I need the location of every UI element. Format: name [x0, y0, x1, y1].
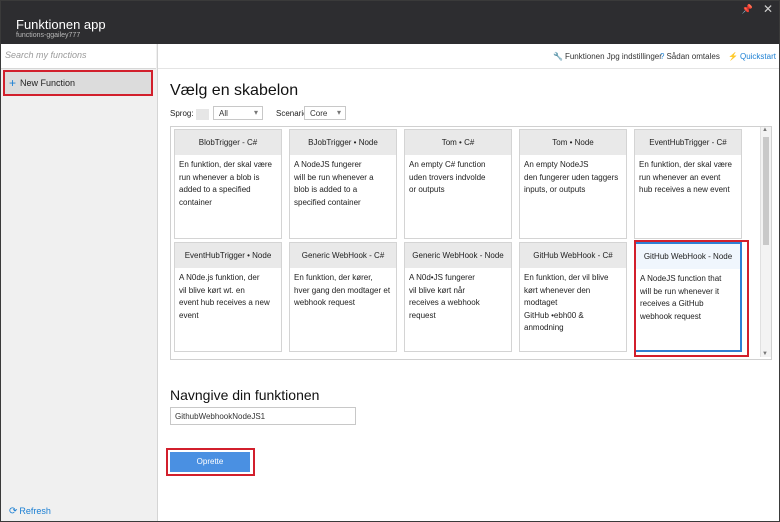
template-title: GitHub WebHook - C# [520, 243, 626, 268]
search-input[interactable] [5, 50, 145, 60]
settings-link[interactable]: 🔧 Funktionen Jpg indstillinger [553, 52, 662, 61]
template-title: Tom • Node [520, 130, 626, 155]
app-title: Funktionen app [16, 17, 106, 32]
scroll-down-icon[interactable]: ▼ [762, 351, 768, 357]
template-description: En funktion, der skal være run whenever a… [179, 160, 272, 207]
template-description: En funktion, der skal være run whenever a… [639, 160, 732, 194]
template-heading: Vælg en skabelon [170, 82, 299, 99]
template-title: Tom • C# [405, 130, 511, 155]
template-card[interactable]: EventHubTrigger - C# En funktion, der ska… [634, 129, 742, 239]
template-title: Generic WebHook - C# [290, 243, 396, 268]
template-description: A N0d•JS fungerer vil blive kørt når recei… [409, 273, 480, 320]
refresh-link[interactable]: ⟳ Refresh [9, 506, 51, 517]
main-panel: Vælg en skabelon Sprog: All ▾ Scenarie: … [158, 69, 779, 521]
help-icon: ? [660, 52, 665, 61]
template-card[interactable]: Tom • Node An empty NodeJS den fungerer ud… [519, 129, 627, 239]
scenario-value: Core [310, 109, 328, 118]
scrollbar[interactable]: ▲ ▼ [760, 127, 771, 357]
name-heading: Navngive din funktionen [170, 387, 320, 403]
template-title: Generic WebHook - Node [405, 243, 511, 268]
template-description: En funktion, der kører, hver gang den mod… [294, 273, 391, 307]
template-card[interactable]: Generic WebHook - C# En funktion, der kør… [289, 242, 397, 352]
template-title: BJobTrigger • Node [290, 130, 396, 155]
sidebar: + New Function ⟳Refresh [1, 44, 158, 521]
scroll-thumb[interactable] [763, 137, 769, 245]
lightning-icon: ⚡ [728, 52, 738, 61]
template-card[interactable]: EventHubTrigger • Node A N0de.js funktion… [174, 242, 282, 352]
template-card[interactable]: Tom • C# An empty C# function uden trovers… [404, 129, 512, 239]
title-bar: Funktionen app functions-ggailey777 📌 ✕ [1, 1, 779, 44]
template-description: A NodeJS fungerer will be run whenever ab… [294, 160, 374, 207]
howto-link[interactable]: ? Sådan omtales [660, 52, 720, 61]
template-description: En funktion, der vil blive kørt whenever … [524, 273, 609, 332]
settings-label: Funktionen Jpg indstillinger [564, 52, 662, 61]
template-card[interactable]: BlobTrigger - C# En funktion, der skal væ… [174, 129, 282, 239]
scenario-select[interactable]: Core ▾ [304, 106, 346, 120]
template-description: An empty NodeJS den fungerer uden taggers… [524, 160, 619, 194]
search-box [1, 44, 156, 69]
wrench-icon: 🔧 [553, 52, 563, 61]
function-name-input[interactable] [170, 407, 356, 425]
template-card[interactable]: GitHub WebHook - C# En funktion, der vil … [519, 242, 627, 352]
quickstart-link[interactable]: ⚡ Quickstart [728, 52, 776, 61]
new-function-button[interactable]: + New Function [3, 70, 153, 96]
template-description: An empty C# function uden trovers indvold… [409, 160, 486, 194]
pin-icon[interactable]: 📌 [742, 4, 753, 15]
quickstart-label: Quickstart [739, 52, 776, 61]
template-title: BlobTrigger - C# [175, 130, 281, 155]
language-label: Sprog: [170, 109, 194, 118]
app-subtitle: functions-ggailey777 [16, 32, 81, 39]
howto-label: Sådan omtales [666, 52, 720, 61]
language-value: All [219, 109, 228, 118]
template-title: EventHubTrigger • Node [175, 243, 281, 268]
close-icon[interactable]: ✕ [763, 2, 773, 16]
chevron-down-icon: ▾ [253, 108, 258, 117]
new-function-label: New Function [20, 78, 76, 88]
refresh-icon: ⟳ [9, 506, 18, 517]
template-card[interactable]: Generic WebHook - Node A N0d•JS fungerer v… [404, 242, 512, 352]
language-select[interactable]: All ▾ [213, 106, 263, 120]
template-title: EventHubTrigger - C# [635, 130, 741, 155]
template-description: A N0de.js funktion, der vil blive kørt wt… [179, 273, 270, 320]
refresh-label: Refresh [19, 506, 51, 516]
chevron-down-icon: ▾ [336, 108, 341, 117]
scroll-up-icon[interactable]: ▲ [762, 127, 768, 133]
top-toolbar: 🔧 Funktionen Jpg indstillinger ? Sådan omt… [158, 44, 779, 69]
app-window: Funktionen app functions-ggailey777 📌 ✕ … [0, 0, 780, 522]
plus-icon: + [9, 76, 17, 90]
template-card[interactable]: BJobTrigger • Node A NodeJS fungerer will … [289, 129, 397, 239]
language-swatch [196, 109, 209, 120]
create-button[interactable]: Oprette [170, 452, 250, 472]
highlight-box [634, 240, 749, 357]
